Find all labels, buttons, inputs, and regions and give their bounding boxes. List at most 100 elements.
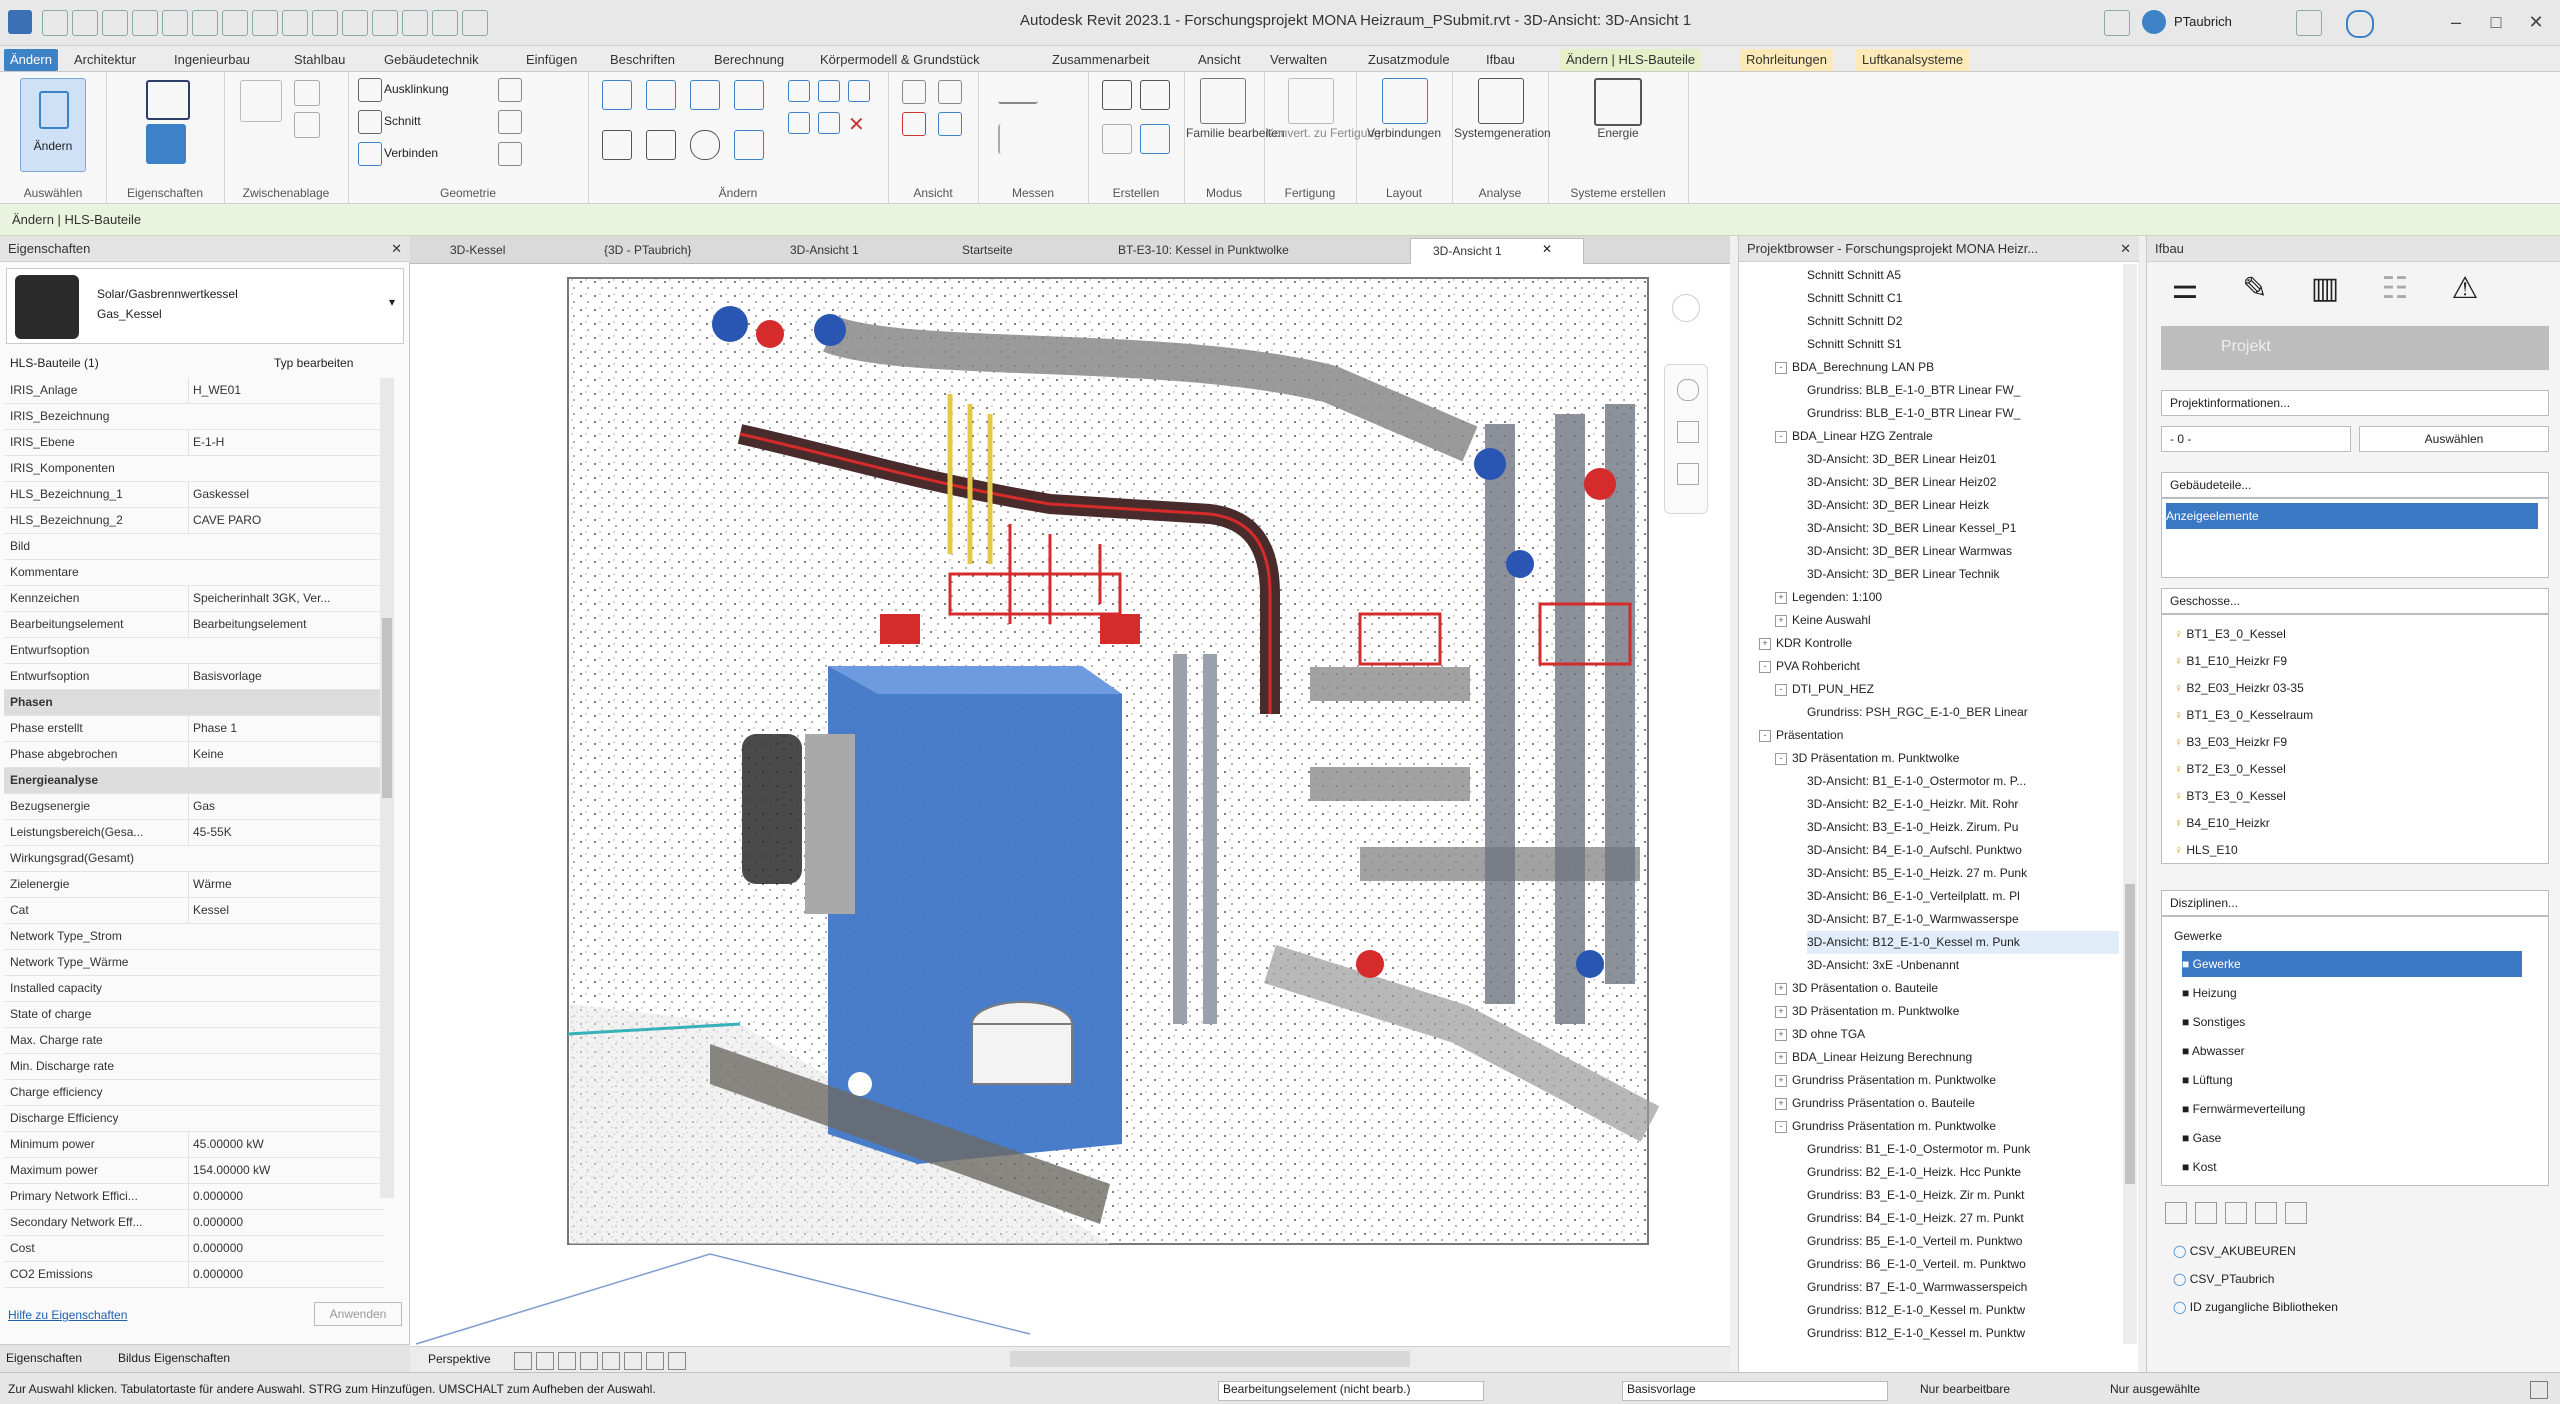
apply-button[interactable]: Anwenden <box>314 1302 402 1326</box>
browser-item[interactable]: Schnitt Schnitt A5 <box>1807 264 2119 287</box>
property-value[interactable]: CAVE PARO <box>188 508 383 533</box>
rotate-icon[interactable] <box>690 130 720 160</box>
browser-item[interactable]: Schnitt Schnitt S1 <box>1807 333 2119 356</box>
convert-fabrication-label[interactable]: Konvert. zu Fertigung <box>1266 126 1381 140</box>
property-row[interactable]: CO2 Emissions 0.000000 <box>4 1262 384 1288</box>
browser-item[interactable]: + Legenden: 1:100 <box>1775 586 2119 609</box>
connect-into-label[interactable]: Verbindungen <box>1358 126 1450 140</box>
property-row[interactable]: IRIS_Bezeichnung <box>4 404 384 430</box>
browser-item[interactable]: 3D-Ansicht: B2_E-1-0_Heizkr. Mit. Rohr <box>1807 793 2119 816</box>
properties-icon[interactable] <box>146 80 190 120</box>
print-icon[interactable] <box>192 10 218 36</box>
user-name[interactable]: PTaubrich <box>2174 14 2232 29</box>
property-row[interactable]: Phase abgebrochen Keine <box>4 742 384 768</box>
cut-label[interactable]: Schnitt <box>384 114 421 128</box>
expand-icon[interactable]: + <box>1775 1074 1787 1087</box>
offset-icon[interactable] <box>646 80 676 110</box>
tool-icon[interactable] <box>2225 1202 2247 1224</box>
view-tab-active[interactable]: 3D-Ansicht 1 <box>1410 238 1584 264</box>
create-group-icon[interactable] <box>1102 124 1132 154</box>
pin-icon[interactable] <box>788 112 810 134</box>
detail-level-icon[interactable] <box>514 1352 532 1370</box>
browser-item[interactable]: Grundriss: B12_E-1-0_Kessel m. Punktw <box>1807 1299 2119 1322</box>
chevron-down-icon[interactable]: ▾ <box>389 295 395 309</box>
minimize-button[interactable]: – <box>2436 8 2476 36</box>
trim-icon[interactable] <box>734 130 764 160</box>
editable-only-toggle[interactable]: Nur bearbeitbare <box>1920 1382 2010 1396</box>
section-icon[interactable] <box>372 10 398 36</box>
collapse-icon[interactable]: - <box>1775 1120 1787 1133</box>
property-row[interactable]: Kommentare <box>4 560 384 586</box>
project-info-button[interactable]: Projektinformationen... <box>2161 390 2549 416</box>
browser-item[interactable]: Grundriss: B7_E-1-0_Warmwasserspeich <box>1807 1276 2119 1299</box>
discipline-checkbox-icon[interactable]: ■ <box>2182 1073 2193 1087</box>
browser-item[interactable]: +3D ohne TGA <box>1775 1023 2119 1046</box>
visual-style-icon[interactable] <box>536 1352 554 1370</box>
property-row[interactable]: Max. Charge rate <box>4 1028 384 1054</box>
close-button[interactable]: ✕ <box>2516 8 2556 36</box>
close-tab-icon[interactable]: ✕ <box>1542 242 1552 256</box>
discipline-item[interactable]: ■ Kost <box>2182 1154 2522 1180</box>
render-icon[interactable] <box>602 1352 620 1370</box>
navigation-bar[interactable] <box>1664 364 1708 514</box>
property-row[interactable]: Leistungsbereich(Gesa... 45-55K <box>4 820 384 846</box>
cope-label[interactable]: Ausklinkung <box>384 82 449 96</box>
library-item[interactable]: ◯ ID zugangliche Bibliotheken <box>2173 1294 2338 1320</box>
create-similar-icon[interactable] <box>1140 124 1170 154</box>
design-option-dropdown[interactable]: Basisvorlage <box>1622 1381 1888 1401</box>
browser-item[interactable]: 3D-Ansicht: B6_E-1-0_Verteilplatt. m. Pl <box>1807 885 2119 908</box>
property-row[interactable]: Secondary Network Eff... 0.000000 <box>4 1210 384 1236</box>
expand-icon[interactable]: + <box>1759 637 1771 650</box>
collapse-icon[interactable]: - <box>1775 361 1787 374</box>
isolate-icon[interactable] <box>902 112 926 136</box>
discipline-checkbox-icon[interactable]: ■ <box>2182 1015 2193 1029</box>
cut-icon[interactable] <box>294 80 320 106</box>
system-generator-label[interactable]: Systemgeneration <box>1454 126 1551 140</box>
level-item[interactable]: ♀ B1_E10_Heizkr F9 <box>2174 648 2287 674</box>
dimension-tool-icon[interactable] <box>998 124 1040 154</box>
level-item[interactable]: ♀ B4_E10_Heizkr <box>2174 810 2270 836</box>
property-row[interactable]: Charge efficiency <box>4 1080 384 1106</box>
browser-item[interactable]: 3D-Ansicht: B12_E-1-0_Kessel m. Punk <box>1807 931 2119 954</box>
hide-isolate-icon[interactable] <box>668 1352 686 1370</box>
join-icon[interactable] <box>358 142 382 166</box>
undo-icon[interactable] <box>132 10 158 36</box>
expand-icon[interactable]: + <box>1775 1005 1787 1018</box>
property-row[interactable]: Bezugsenergie Gas <box>4 794 384 820</box>
join-label[interactable]: Verbinden <box>384 146 438 160</box>
browser-item[interactable]: 3D-Ansicht: B1_E-1-0_Ostermotor m. P... <box>1807 770 2119 793</box>
connect-into-icon[interactable] <box>1382 78 1428 124</box>
tab-ifbau[interactable]: Ifbau <box>1480 49 1521 71</box>
level-item[interactable]: ♀ BT2_E3_0_Kessel <box>2174 756 2286 782</box>
maximize-button[interactable]: □ <box>2476 8 2516 36</box>
collapse-icon[interactable]: - <box>1759 660 1771 673</box>
discipline-item[interactable]: ■ Gase <box>2182 1125 2522 1151</box>
property-row[interactable]: IRIS_Ebene E-1-H <box>4 430 384 456</box>
property-value[interactable]: Wärme <box>188 872 383 897</box>
browser-item[interactable]: + Grundriss Präsentation o. Bauteile <box>1775 1092 2119 1115</box>
sun-path-icon[interactable] <box>558 1352 576 1370</box>
filter-icon[interactable] <box>2530 1381 2548 1399</box>
browser-item[interactable]: 3D-Ansicht: 3D_BER Linear Warmwas <box>1807 540 2119 563</box>
property-row[interactable]: Cat Kessel <box>4 898 384 924</box>
discipline-checkbox-icon[interactable]: ■ <box>2182 1131 2193 1145</box>
system-generator-icon[interactable] <box>1478 78 1524 124</box>
tool-icon[interactable] <box>2285 1202 2307 1224</box>
property-value[interactable]: Basisvorlage <box>188 664 383 689</box>
property-row[interactable]: Wirkungsgrad(Gesamt) <box>4 846 384 872</box>
browser-item[interactable]: - BDA_Linear HZG Zentrale <box>1775 425 2119 448</box>
property-row[interactable]: Min. Discharge rate <box>4 1054 384 1080</box>
property-value[interactable]: Speicherinhalt 3GK, Ver... <box>188 586 383 611</box>
expand-icon[interactable]: + <box>1775 1028 1787 1041</box>
tab-analyze[interactable]: Berechnung <box>708 49 790 71</box>
pen-icon[interactable]: ✎ <box>2231 266 2279 312</box>
property-value[interactable]: Bearbeitungselement <box>188 612 383 637</box>
sliders-icon[interactable]: ⚌ <box>2161 266 2209 312</box>
energy-icon[interactable] <box>1594 78 1642 126</box>
property-row[interactable]: Discharge Efficiency <box>4 1106 384 1132</box>
tab-pipes[interactable]: Rohrleitungen <box>1740 49 1833 71</box>
edit-family-label[interactable]: Familie bearbeiten <box>1186 126 1285 140</box>
browser-close-icon[interactable]: ✕ <box>2120 236 2131 262</box>
discipline-checkbox-icon[interactable]: ■ <box>2182 1160 2193 1174</box>
type-properties-icon[interactable] <box>146 124 186 164</box>
